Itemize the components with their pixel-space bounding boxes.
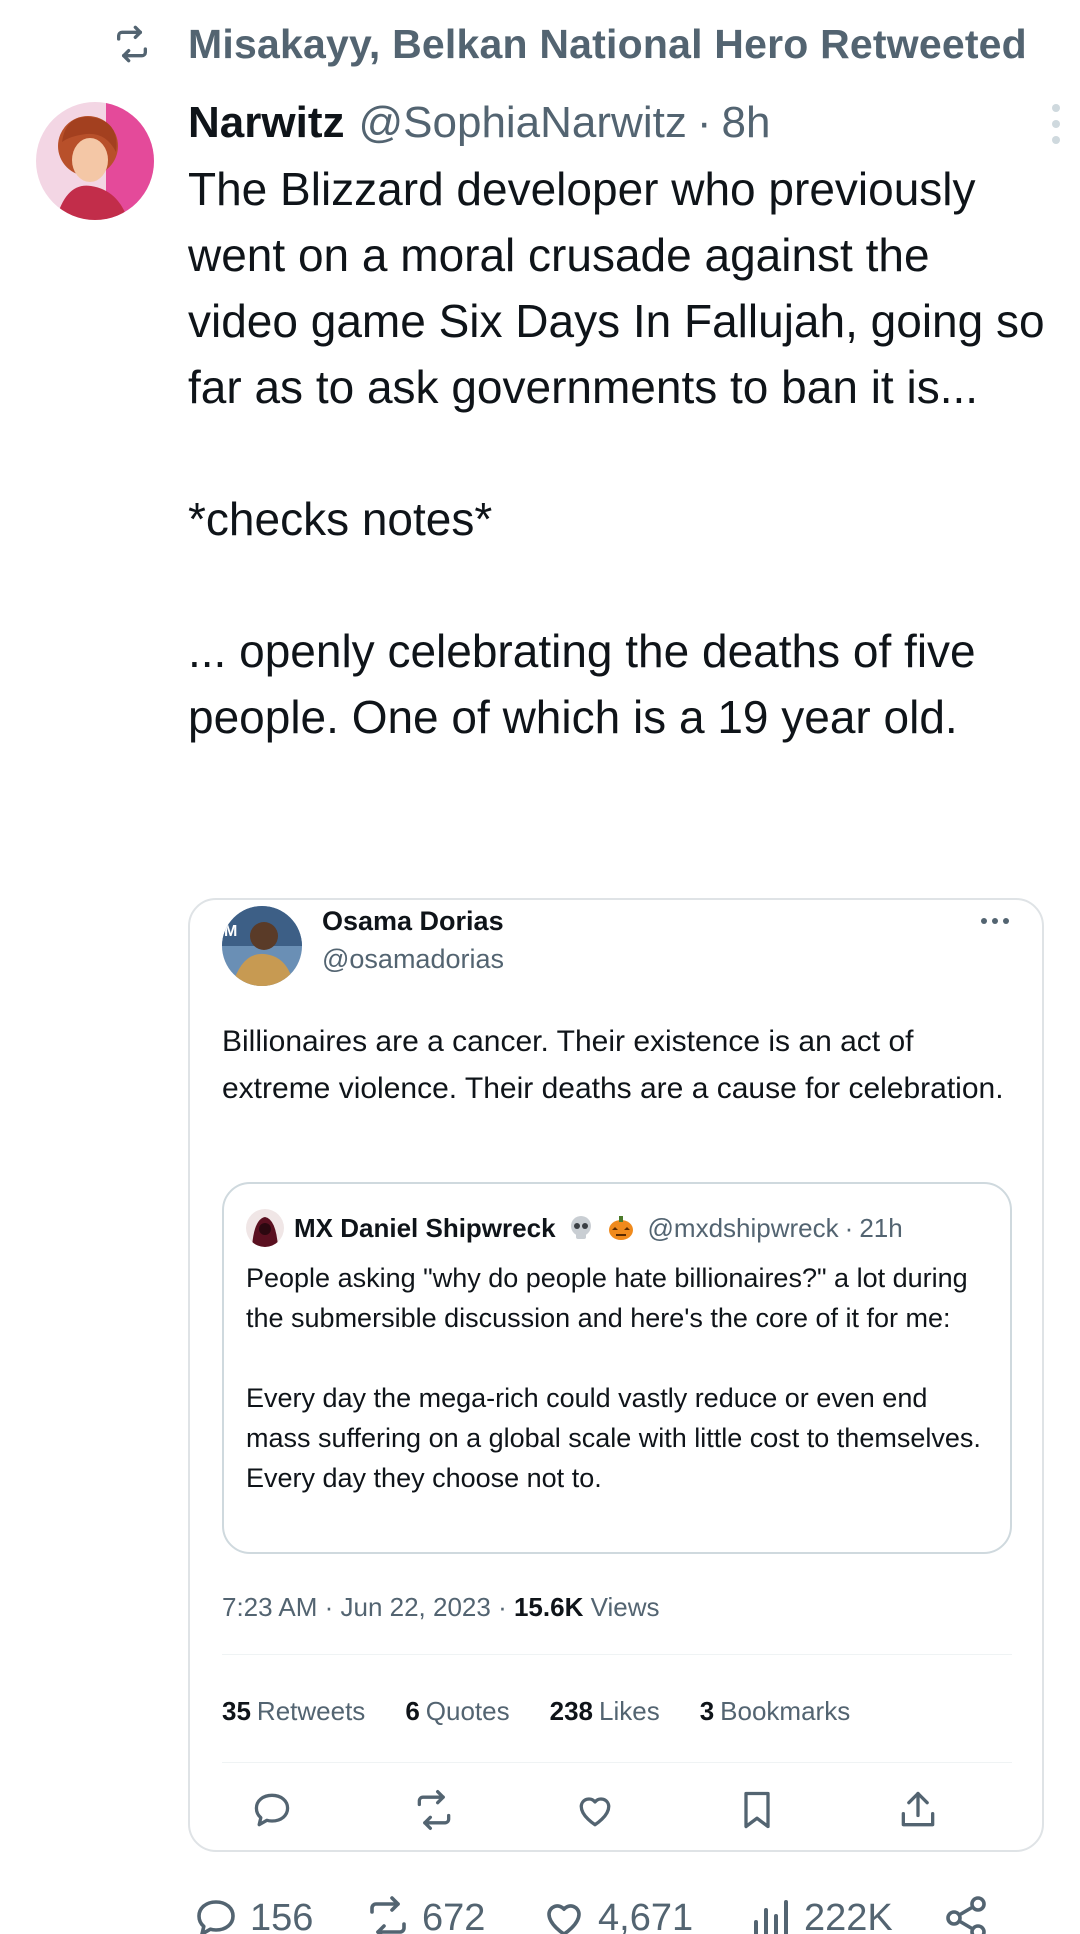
tweet-actions-bar: 156 672 4,671 222K bbox=[192, 1888, 1012, 1934]
views-chart-icon bbox=[754, 1900, 788, 1934]
like-icon bbox=[547, 1904, 581, 1934]
like-icon[interactable] bbox=[573, 1788, 617, 1832]
retweet-icon bbox=[117, 25, 147, 63]
reply-button[interactable]: 156 bbox=[192, 1894, 322, 1934]
retweet-icon[interactable] bbox=[412, 1788, 456, 1832]
tweet-author-row: Narwitz @SophiaNarwitz · 8h bbox=[188, 96, 1048, 150]
quoted-tweet-meta: 7:23 AM · Jun 22, 2023 · 15.6K Views bbox=[222, 1592, 659, 1623]
share-icon bbox=[946, 1896, 986, 1934]
inner-quoted-tweet[interactable]: MX Daniel Shipwreck @mxdshipwreck · 21h … bbox=[222, 1182, 1012, 1554]
quoted-author-avatar[interactable]: M bbox=[222, 906, 302, 986]
retweet-banner-text: Misakayy, Belkan National Hero Retweeted bbox=[188, 20, 1027, 67]
stat-likes[interactable]: 238 Likes bbox=[550, 1696, 660, 1727]
share-icon[interactable] bbox=[896, 1788, 940, 1832]
skull-icon bbox=[570, 1216, 591, 1239]
bookmark-icon[interactable] bbox=[735, 1788, 779, 1832]
retweet-icon bbox=[370, 1896, 406, 1934]
quoted-tweet-text: Billionaires are a cancer. Their existen… bbox=[222, 1025, 1004, 1105]
separator-dot: · bbox=[696, 98, 712, 147]
inner-quote-avatar[interactable] bbox=[246, 1209, 284, 1247]
reply-icon bbox=[197, 1900, 235, 1934]
quoted-tweet-card[interactable]: M Osama Dorias @osamadorias Billionaires… bbox=[188, 898, 1044, 1852]
quoted-author-handle[interactable]: @osamadorias bbox=[322, 944, 504, 975]
author-name[interactable]: Narwitz bbox=[188, 98, 344, 148]
quoted-more-icon[interactable] bbox=[980, 916, 1010, 926]
inner-quote-author-handle[interactable]: @mxdshipwreck bbox=[648, 1213, 839, 1244]
author-avatar[interactable] bbox=[36, 102, 154, 220]
views-button[interactable]: 222K bbox=[746, 1894, 926, 1934]
divider bbox=[222, 1762, 1012, 1763]
divider bbox=[222, 1654, 1012, 1655]
inner-quote-header: MX Daniel Shipwreck @mxdshipwreck · 21h bbox=[246, 1208, 903, 1248]
share-button[interactable] bbox=[942, 1894, 1000, 1934]
retweet-count: 672 bbox=[422, 1896, 486, 1934]
reply-icon[interactable] bbox=[250, 1788, 294, 1832]
views-count: 222K bbox=[804, 1896, 893, 1934]
inner-quote-time[interactable]: 21h bbox=[859, 1213, 902, 1244]
inner-quote-author-name[interactable]: MX Daniel Shipwreck bbox=[294, 1213, 556, 1244]
tweet-text: The Blizzard developer who previously we… bbox=[188, 163, 1045, 743]
author-handle[interactable]: @SophiaNarwitz bbox=[358, 98, 686, 148]
stat-retweets[interactable]: 35 Retweets bbox=[222, 1696, 365, 1727]
retweet-button[interactable]: 672 bbox=[364, 1894, 514, 1934]
pumpkin-icon bbox=[608, 1216, 633, 1240]
reply-count: 156 bbox=[250, 1896, 314, 1934]
retweet-banner[interactable]: Misakayy, Belkan National Hero Retweeted bbox=[108, 18, 1027, 70]
quoted-views-label: Views bbox=[590, 1592, 660, 1622]
like-count: 4,671 bbox=[598, 1896, 694, 1934]
tweet-body: Narwitz @SophiaNarwitz · 8h The Blizzard… bbox=[188, 96, 1060, 750]
quoted-views-count: 15.6K bbox=[513, 1592, 584, 1622]
inner-quote-text: People asking "why do people hate billio… bbox=[246, 1263, 981, 1493]
stat-bookmarks[interactable]: 3 Bookmarks bbox=[700, 1696, 851, 1727]
quoted-tweet-actions bbox=[250, 1788, 940, 1832]
stat-quotes[interactable]: 6 Quotes bbox=[405, 1696, 509, 1727]
quoted-author-name[interactable]: Osama Dorias bbox=[322, 906, 504, 937]
quoted-timestamp[interactable]: 7:23 AM · Jun 22, 2023 · bbox=[222, 1592, 507, 1622]
more-options-icon[interactable] bbox=[1046, 102, 1066, 146]
quoted-tweet-stats: 35 Retweets 6 Quotes 238 Likes 3 Bookmarks bbox=[222, 1696, 890, 1727]
inner-quote-separator: · bbox=[844, 1212, 854, 1243]
svg-text:M: M bbox=[224, 923, 237, 940]
tweet-time[interactable]: 8h bbox=[722, 98, 771, 148]
like-button[interactable]: 4,671 bbox=[540, 1894, 720, 1934]
